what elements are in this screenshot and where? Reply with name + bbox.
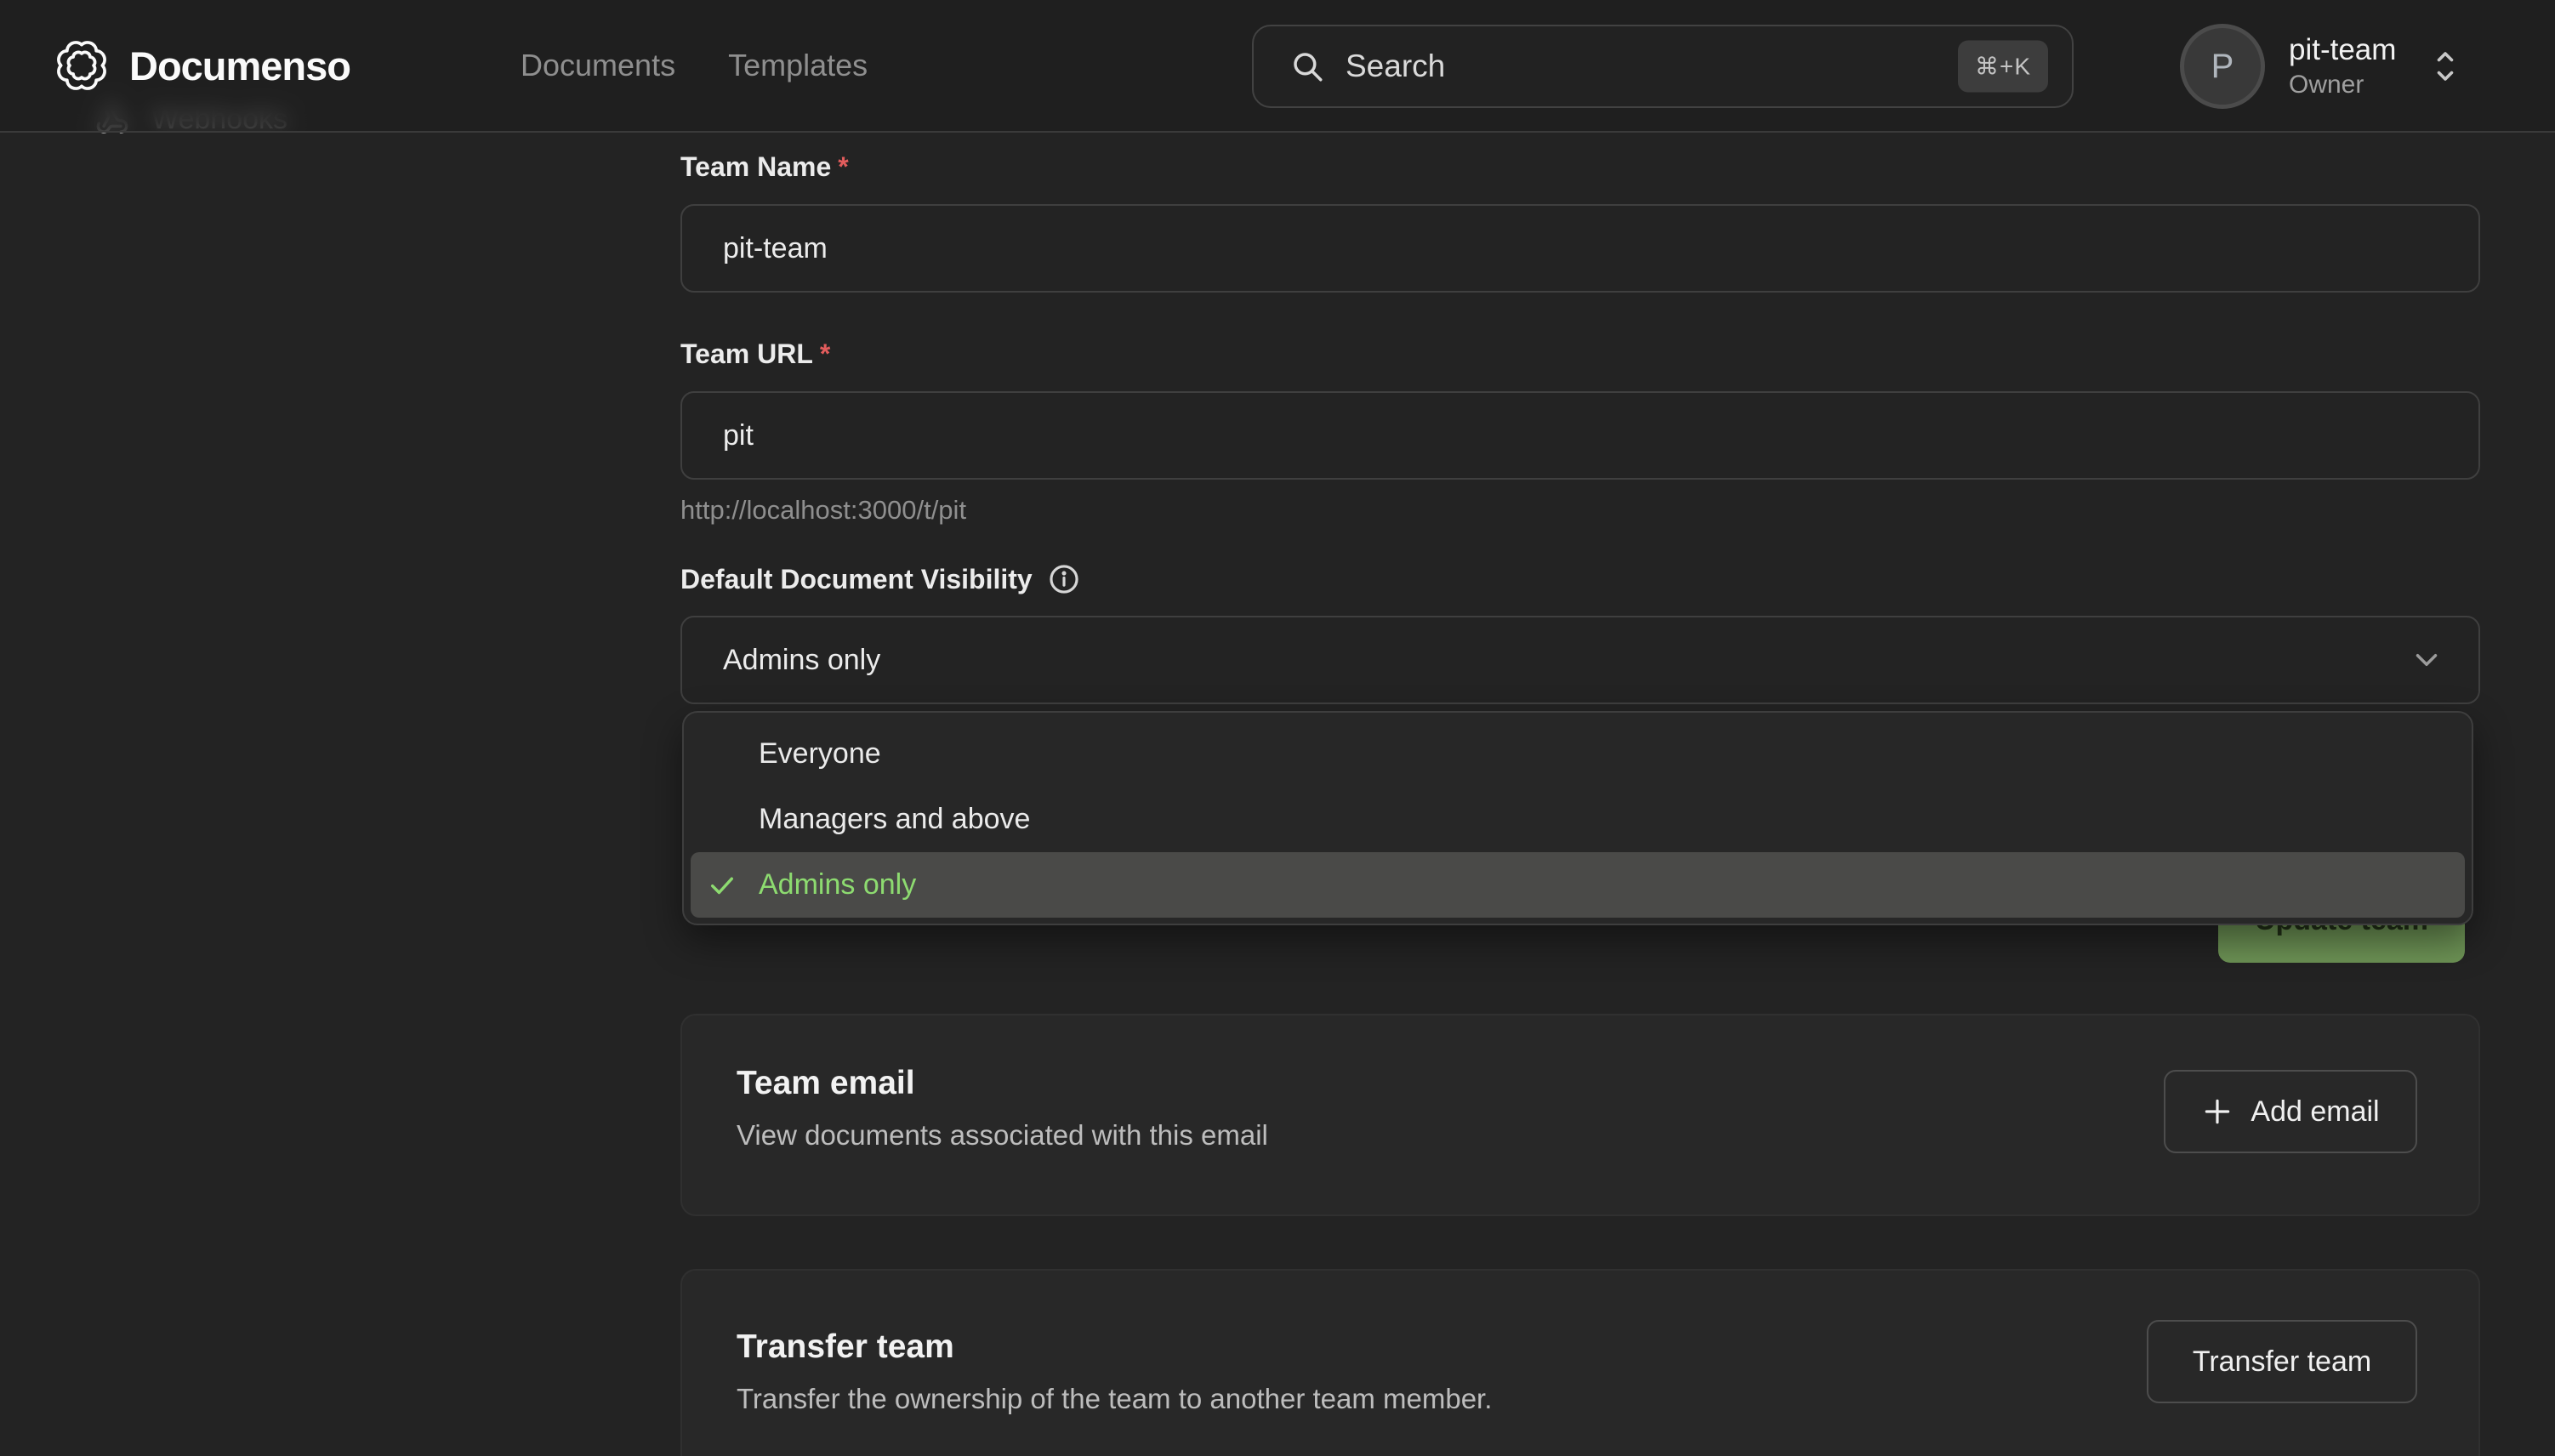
info-icon[interactable] <box>1048 563 1080 595</box>
visibility-label: Default Document Visibility <box>680 564 1033 595</box>
visibility-option-admins[interactable]: Admins only <box>691 852 2465 918</box>
visibility-dropdown: Everyone Managers and above Admins only <box>682 711 2473 925</box>
nav-links: Documents Templates <box>521 0 868 131</box>
search-icon <box>1289 48 1325 84</box>
transfer-team-title: Transfer team <box>737 1328 954 1366</box>
visibility-select[interactable]: Admins only <box>680 616 2480 704</box>
page: Webhooks Team Name* Team URL* http://loc… <box>0 0 2555 1456</box>
nav-link-templates[interactable]: Templates <box>728 48 868 83</box>
team-name-input[interactable] <box>680 204 2480 293</box>
transfer-team-card: Transfer team Transfer the ownership of … <box>680 1269 2480 1456</box>
check-icon <box>708 871 737 900</box>
search-input[interactable]: Search ⌘+K <box>1252 25 2074 108</box>
transfer-team-button[interactable]: Transfer team <box>2147 1320 2417 1403</box>
team-name-label: Team Name* <box>680 151 849 183</box>
visibility-select-value: Admins only <box>723 644 880 677</box>
user-menu[interactable]: P pit-team Owner <box>2180 24 2461 109</box>
visibility-option-managers[interactable]: Managers and above <box>691 787 2465 852</box>
search-shortcut-badge: ⌘+K <box>1958 41 2048 93</box>
user-role: Owner <box>2289 69 2396 101</box>
user-team-name: pit-team <box>2289 31 2396 69</box>
team-url-input[interactable] <box>680 391 2480 480</box>
chevron-down-icon <box>2409 642 2444 678</box>
transfer-team-description: Transfer the ownership of the team to an… <box>737 1383 1492 1415</box>
nav-link-documents[interactable]: Documents <box>521 48 675 83</box>
brand-name: Documenso <box>129 43 350 89</box>
team-url-preview: http://localhost:3000/t/pit <box>680 495 966 526</box>
avatar: P <box>2180 24 2265 109</box>
team-url-label: Team URL* <box>680 338 830 370</box>
add-email-button[interactable]: Add email <box>2164 1070 2417 1153</box>
team-email-title: Team email <box>737 1065 915 1102</box>
search-placeholder: Search <box>1346 48 1445 84</box>
user-texts: pit-team Owner <box>2289 31 2396 100</box>
plus-icon <box>2201 1095 2233 1128</box>
documenso-logo-icon <box>56 40 107 91</box>
top-navbar: Documenso Documents Templates Search ⌘+K… <box>0 0 2555 133</box>
visibility-option-everyone[interactable]: Everyone <box>691 721 2465 787</box>
team-email-card: Team email View documents associated wit… <box>680 1014 2480 1216</box>
brand[interactable]: Documenso <box>56 0 350 131</box>
required-asterisk: * <box>838 151 848 182</box>
visibility-label-row: Default Document Visibility <box>680 563 1080 595</box>
required-asterisk: * <box>820 338 830 369</box>
team-email-description: View documents associated with this emai… <box>737 1119 1268 1152</box>
chevrons-up-down-icon <box>2430 44 2461 88</box>
